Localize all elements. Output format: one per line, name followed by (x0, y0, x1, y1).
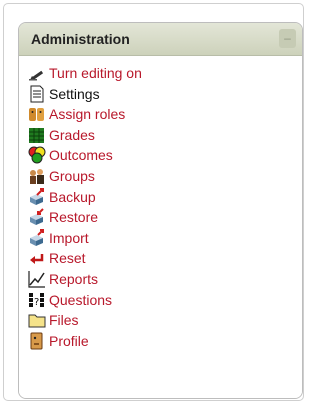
item-label[interactable]: Outcomes (49, 146, 113, 164)
item-label[interactable]: Files (49, 311, 79, 329)
item-label[interactable]: Grades (49, 126, 95, 144)
item-label[interactable]: Assign roles (49, 105, 125, 123)
item-label[interactable]: Reset (49, 249, 86, 267)
block-title: Administration (31, 31, 130, 47)
block-content: Turn editing on Settings Assign roles Gr… (19, 56, 302, 398)
roles-icon (29, 108, 44, 122)
import-icon (30, 228, 44, 246)
item-label[interactable]: Backup (49, 188, 96, 206)
block-header: Administration – (19, 23, 302, 56)
reset-icon (30, 254, 44, 265)
profile-icon (30, 332, 43, 350)
item-label[interactable]: Questions (49, 291, 112, 309)
item-label[interactable]: Reports (49, 270, 98, 288)
pencil-icon (29, 70, 44, 81)
item-label[interactable]: Restore (49, 208, 98, 226)
administration-block: Administration – Turn editing on Setting… (18, 22, 303, 399)
item-label[interactable]: Profile (49, 332, 89, 350)
item-label[interactable]: Turn editing on (49, 64, 142, 82)
item-label[interactable]: Groups (49, 167, 95, 185)
groups-icon (30, 168, 44, 184)
item-label[interactable]: Import (49, 229, 89, 247)
folder-icon (28, 314, 46, 328)
backup-icon (30, 187, 44, 205)
page-frame: Administration – Turn editing on Setting… (3, 3, 304, 401)
reports-icon (28, 270, 45, 288)
questions-icon: ? (29, 292, 44, 308)
grades-icon (29, 127, 44, 143)
outcomes-icon (28, 146, 46, 164)
svg-text:?: ? (34, 297, 39, 308)
item-label: Settings (49, 85, 100, 102)
restore-icon (30, 208, 44, 226)
collapse-toggle-button[interactable]: – (279, 29, 296, 48)
document-icon (30, 85, 44, 103)
